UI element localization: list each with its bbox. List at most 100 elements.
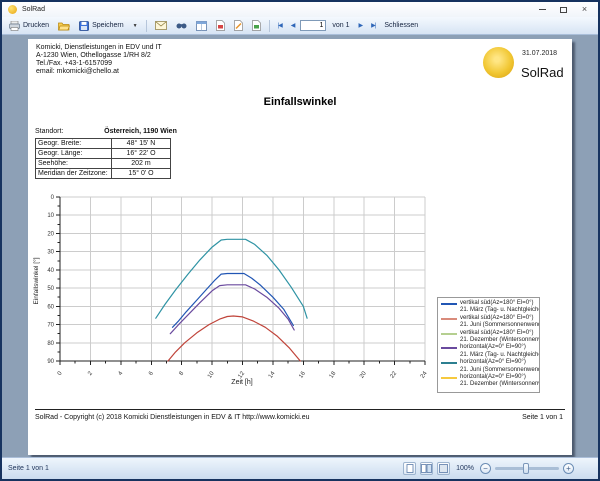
y-tick-label: 90 xyxy=(47,359,54,365)
edit-pencil-icon xyxy=(234,20,243,31)
chevron-down-icon: ▼ xyxy=(133,23,138,29)
legend-swatch-line xyxy=(441,333,457,335)
email-button[interactable] xyxy=(152,20,170,31)
y-tick-label: 40 xyxy=(47,268,54,274)
last-page-button[interactable]: ▶| xyxy=(368,21,378,30)
x-tick-label: 16 xyxy=(298,370,307,379)
app-window: SolRad × Drucken Speichern ▼ xyxy=(0,0,600,481)
fit-page-view-button[interactable] xyxy=(437,462,450,475)
legend-swatch-line xyxy=(441,362,457,364)
table-row: Seehöhe: 202 m xyxy=(36,159,171,169)
export-excel-button[interactable] xyxy=(249,19,264,32)
open-button[interactable] xyxy=(55,20,73,32)
pdf-page-icon xyxy=(216,20,225,31)
preview-area: Komicki, Dienstleistungen in EDV und IT … xyxy=(2,35,598,457)
excel-page-icon xyxy=(252,20,261,31)
sender-line: email: mkomicki@chello.at xyxy=(36,68,162,76)
close-preview-label: Schliessen xyxy=(384,22,418,29)
page-of-label: von 1 xyxy=(329,21,352,30)
legend-entry: horizontal(Az=0° El=90°)21. Juni (Sommer… xyxy=(441,359,539,374)
two-page-view-button[interactable] xyxy=(420,462,433,475)
row-label: Meridian der Zeitzone: xyxy=(36,169,112,179)
row-value: 15° 0' O xyxy=(112,169,171,179)
export-pdf-button[interactable] xyxy=(213,19,228,32)
envelope-icon xyxy=(155,21,167,30)
statusbar-page-info: Seite 1 von 1 xyxy=(8,465,49,472)
x-tick-label: 20 xyxy=(359,370,368,379)
save-button[interactable]: Speichern xyxy=(76,20,127,32)
fit-page-icon xyxy=(439,464,448,473)
zoom-out-button[interactable]: − xyxy=(480,463,491,474)
edit-page-button[interactable] xyxy=(231,19,246,32)
save-dropdown-button[interactable]: ▼ xyxy=(130,22,141,30)
legend-entry: horizontal(Az=0° El=90°)21. Dezember (Wi… xyxy=(441,374,539,389)
toolbar-separator xyxy=(146,20,147,32)
report-title: Einfallswinkel xyxy=(28,96,572,108)
two-page-icon xyxy=(421,464,432,473)
y-tick-label: 0 xyxy=(51,195,55,201)
location-table: Geogr. Breite: 48° 15' N Geogr. Länge: 1… xyxy=(35,138,171,179)
search-icon xyxy=(176,21,187,31)
series-line xyxy=(173,274,294,328)
print-button[interactable]: Drucken xyxy=(6,20,52,32)
first-page-button[interactable]: |◀ xyxy=(275,21,285,30)
zoom-in-button[interactable]: + xyxy=(563,463,574,474)
legend-label: vertikal süd(Az=180° El=0°)21. März (Tag… xyxy=(460,300,540,315)
maximize-button[interactable] xyxy=(558,5,569,14)
close-preview-button[interactable]: Schliessen xyxy=(381,21,421,30)
legend-swatch-line xyxy=(441,377,457,379)
x-tick-label: 0 xyxy=(57,370,64,377)
app-sun-icon xyxy=(8,5,17,14)
titlebar: SolRad × xyxy=(2,2,598,17)
incidence-angle-chart: Einfallswinkel [°] Zeit [h] 024681012141… xyxy=(30,189,460,387)
last-page-icon: ▶| xyxy=(371,22,375,29)
open-folder-icon xyxy=(58,21,70,31)
y-tick-label: 70 xyxy=(47,323,54,329)
y-tick-label: 10 xyxy=(47,213,54,219)
y-tick-label: 50 xyxy=(47,286,54,292)
minimize-button[interactable] xyxy=(537,5,548,14)
sender-line: Tel./Fax. +43-1-6157099 xyxy=(36,60,162,68)
standort-value: Österreich, 1190 Wien xyxy=(111,128,170,135)
legend-entry: vertikal süd(Az=180° El=0°)21. Dezember … xyxy=(441,330,539,345)
zoom-slider-thumb[interactable] xyxy=(523,463,529,474)
row-value: 16° 22' O xyxy=(112,149,171,159)
sender-block: Komicki, Dienstleistungen in EDV und IT … xyxy=(36,44,162,76)
save-label: Speichern xyxy=(92,22,124,29)
single-page-view-button[interactable] xyxy=(403,462,416,475)
single-page-icon xyxy=(406,464,414,473)
sender-line: A-1230 Wien, Othellogasse 1/RH 8/2 xyxy=(36,52,162,60)
legend-swatch-line xyxy=(441,347,457,349)
legend-label: vertikal süd(Az=180° El=0°)21. Dezember … xyxy=(460,330,540,345)
maximize-icon xyxy=(560,7,567,13)
page-number-input[interactable] xyxy=(300,20,326,31)
y-tick-label: 30 xyxy=(47,250,54,256)
legend-label: horizontal(Az=0° El=90°)21. Dezember (Wi… xyxy=(460,374,540,389)
legend-entry: horizontal(Az=0° El=90°)21. März (Tag- u… xyxy=(441,344,539,359)
x-tick-label: 22 xyxy=(389,370,398,379)
brand-name: SolRad xyxy=(521,65,564,80)
close-button[interactable]: × xyxy=(579,5,590,14)
page-setup-button[interactable] xyxy=(193,20,210,32)
zoom-slider[interactable] xyxy=(495,462,559,475)
legend-entry: vertikal süd(Az=180° El=0°)21. Juni (Som… xyxy=(441,315,539,330)
row-label: Geogr. Länge: xyxy=(36,149,112,159)
search-button[interactable] xyxy=(173,20,190,32)
sun-logo-icon xyxy=(483,47,514,78)
legend-entry: vertikal süd(Az=180° El=0°)21. März (Tag… xyxy=(441,300,539,315)
prev-page-button[interactable]: ◀ xyxy=(288,21,298,30)
report-date: 31.07.2018 xyxy=(522,50,557,57)
first-page-icon: |◀ xyxy=(278,22,282,29)
report-page: Komicki, Dienstleistungen in EDV und IT … xyxy=(28,39,572,455)
next-page-button[interactable]: ▶ xyxy=(356,21,366,30)
standort-label: Standort: xyxy=(35,128,111,135)
print-label: Drucken xyxy=(23,22,49,29)
footer-divider xyxy=(35,409,565,410)
toolbar-separator xyxy=(269,20,270,32)
row-label: Seehöhe: xyxy=(36,159,112,169)
y-tick-label: 60 xyxy=(47,304,54,310)
series-line xyxy=(168,316,300,361)
row-label: Geogr. Breite: xyxy=(36,139,112,149)
legend-label: horizontal(Az=0° El=90°)21. März (Tag- u… xyxy=(460,344,540,359)
y-tick-label: 20 xyxy=(47,231,54,237)
